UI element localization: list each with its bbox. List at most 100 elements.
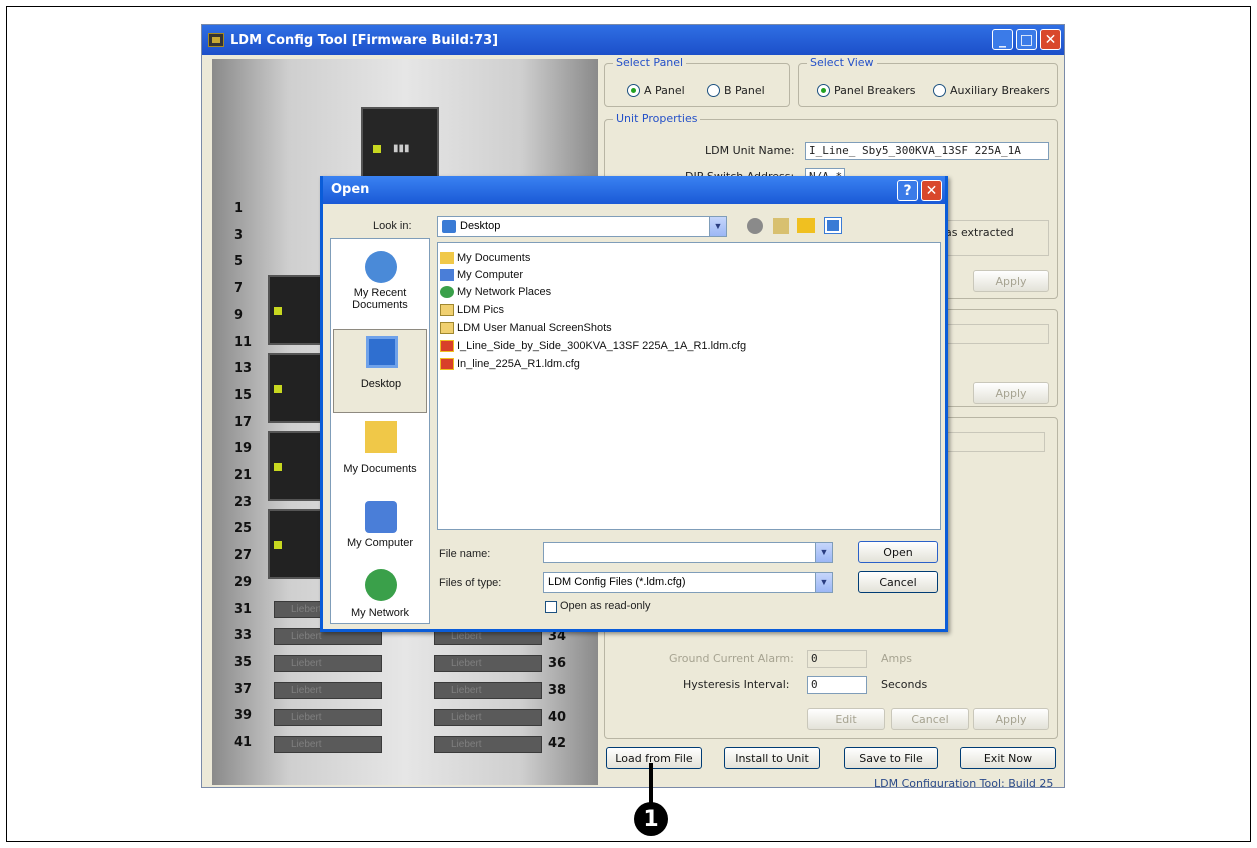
dialog-title: Open bbox=[331, 182, 370, 197]
list-item[interactable]: In_line_225A_R1.ldm.cfg bbox=[440, 355, 580, 373]
documents-folder-icon bbox=[440, 252, 454, 264]
row-number: 33 bbox=[234, 628, 253, 644]
breaker-module[interactable] bbox=[268, 431, 328, 501]
breaker-slot[interactable]: Liebert bbox=[274, 709, 382, 726]
up-folder-icon[interactable] bbox=[773, 218, 789, 234]
close-button[interactable]: ✕ bbox=[1040, 29, 1061, 50]
place-my-network[interactable]: My Network bbox=[333, 563, 427, 621]
row-number: 35 bbox=[234, 654, 253, 670]
breaker-module[interactable] bbox=[268, 353, 328, 423]
list-item[interactable]: My Computer bbox=[440, 266, 523, 284]
maximize-button[interactable]: □ bbox=[1016, 29, 1037, 50]
hysteresis-unit: Seconds bbox=[881, 678, 928, 691]
network-icon bbox=[440, 286, 454, 298]
exit-now-button[interactable]: Exit Now bbox=[960, 747, 1056, 769]
place-desktop[interactable]: Desktop bbox=[333, 329, 427, 413]
ground-current-field[interactable]: 0 bbox=[807, 650, 867, 668]
view-menu-icon[interactable] bbox=[824, 217, 842, 234]
select-panel-group: Select Panel A Panel B Panel bbox=[604, 56, 790, 107]
dialog-close-button[interactable]: ✕ bbox=[921, 180, 942, 201]
breaker-slot[interactable]: Liebert bbox=[274, 682, 382, 699]
chevron-down-icon[interactable]: ▼ bbox=[709, 217, 726, 236]
row-number: 1 bbox=[234, 201, 244, 216]
list-item[interactable]: I_Line_Side_by_Side_300KVA_13SF 225A_1A_… bbox=[440, 337, 746, 355]
documents-folder-icon bbox=[365, 421, 397, 453]
open-button[interactable]: Open bbox=[858, 541, 938, 563]
open-dialog: Open ? ✕ Look in: Desktop ▼ My Recent Do… bbox=[320, 176, 948, 632]
row-number: 36 bbox=[548, 656, 567, 671]
recent-documents-icon bbox=[365, 251, 397, 283]
callout-leader bbox=[649, 763, 653, 803]
list-item[interactable]: LDM User Manual ScreenShots bbox=[440, 319, 612, 337]
footer-build-text: LDM Configuration Tool: Build 25 bbox=[874, 777, 1054, 788]
install-to-unit-button[interactable]: Install to Unit bbox=[724, 747, 820, 769]
new-folder-icon[interactable] bbox=[797, 218, 815, 233]
computer-icon bbox=[440, 269, 454, 281]
panel-breakers-radio[interactable] bbox=[817, 84, 830, 97]
mid-apply-button[interactable]: Apply bbox=[973, 382, 1049, 404]
b-panel-label: B Panel bbox=[724, 84, 765, 97]
hysteresis-label: Hysteresis Interval: bbox=[683, 678, 790, 691]
cfg-file-icon bbox=[440, 340, 454, 352]
alarm-cancel-button[interactable]: Cancel bbox=[891, 708, 969, 730]
breaker-slot[interactable]: Liebert bbox=[434, 709, 542, 726]
minimize-button[interactable]: _ bbox=[992, 29, 1013, 50]
row-number: 42 bbox=[548, 736, 567, 751]
breaker-slot[interactable]: Liebert bbox=[434, 736, 542, 753]
computer-icon bbox=[365, 501, 397, 533]
row-number: 23 bbox=[234, 494, 253, 510]
alarm-apply-button[interactable]: Apply bbox=[973, 708, 1049, 730]
chevron-down-icon[interactable]: ▼ bbox=[815, 573, 832, 592]
app-icon bbox=[208, 33, 224, 47]
files-of-type-select[interactable]: LDM Config Files (*.ldm.cfg) ▼ bbox=[543, 572, 833, 593]
ground-current-unit: Amps bbox=[881, 652, 912, 665]
row-number: 9 bbox=[234, 307, 244, 323]
breaker-slot[interactable]: Liebert bbox=[434, 682, 542, 699]
save-to-file-button[interactable]: Save to File bbox=[844, 747, 938, 769]
window-title-bar: LDM Config Tool [Firmware Build:73] _ □ … bbox=[202, 25, 1064, 55]
breaker-module[interactable] bbox=[268, 509, 328, 579]
look-in-value: Desktop bbox=[460, 220, 501, 232]
file-name-input[interactable]: ▼ bbox=[543, 542, 833, 563]
breaker-slot[interactable]: Liebert bbox=[434, 655, 542, 672]
callout-number: 1 bbox=[634, 802, 668, 836]
window-title: LDM Config Tool [Firmware Build:73] bbox=[230, 32, 499, 48]
row-number: 27 bbox=[234, 548, 253, 564]
unit-name-field[interactable]: I_Line_ Sby5_300KVA_13SF 225A_1A bbox=[805, 142, 1049, 160]
hysteresis-field[interactable]: 0 bbox=[807, 676, 867, 694]
breaker-slot[interactable]: Liebert bbox=[274, 655, 382, 672]
extracted-text: as extracted bbox=[945, 226, 1014, 239]
help-button[interactable]: ? bbox=[897, 180, 918, 201]
cfg-file-icon bbox=[440, 358, 454, 370]
breaker-slot[interactable]: Liebert bbox=[274, 736, 382, 753]
file-list[interactable]: My Documents My Computer My Network Plac… bbox=[437, 242, 941, 530]
dialog-cancel-button[interactable]: Cancel bbox=[858, 571, 938, 593]
network-icon bbox=[365, 569, 397, 601]
row-number: 17 bbox=[234, 414, 253, 430]
read-only-checkbox[interactable] bbox=[545, 601, 557, 613]
list-item[interactable]: My Network Places bbox=[440, 283, 551, 301]
row-number: 40 bbox=[548, 710, 567, 725]
b-panel-radio[interactable] bbox=[707, 84, 720, 97]
list-item[interactable]: LDM Pics bbox=[440, 301, 504, 319]
place-my-documents[interactable]: My Documents bbox=[333, 415, 427, 499]
chevron-down-icon[interactable]: ▼ bbox=[815, 543, 832, 562]
place-my-recent-documents[interactable]: My Recent Documents bbox=[333, 245, 427, 329]
row-number: 21 bbox=[234, 468, 253, 483]
auxiliary-breakers-radio[interactable] bbox=[933, 84, 946, 97]
row-number: 13 bbox=[234, 361, 253, 377]
load-from-file-button[interactable]: Load from File bbox=[606, 747, 702, 769]
look-in-combo[interactable]: Desktop ▼ bbox=[437, 216, 727, 237]
row-number: 19 bbox=[234, 441, 253, 457]
read-only-label: Open as read-only bbox=[560, 600, 651, 612]
unit-apply-button[interactable]: Apply bbox=[973, 270, 1049, 292]
a-panel-radio[interactable] bbox=[627, 84, 640, 97]
list-item[interactable]: My Documents bbox=[440, 249, 530, 267]
back-icon[interactable] bbox=[747, 218, 763, 234]
breaker-module[interactable] bbox=[268, 275, 328, 345]
dialog-title-bar: Open ? ✕ bbox=[323, 176, 945, 204]
row-number: 37 bbox=[234, 681, 253, 697]
edit-button[interactable]: Edit bbox=[807, 708, 885, 730]
places-bar: My Recent Documents Desktop My Documents… bbox=[330, 238, 430, 624]
main-breaker[interactable]: ▮▮▮ bbox=[361, 107, 439, 187]
